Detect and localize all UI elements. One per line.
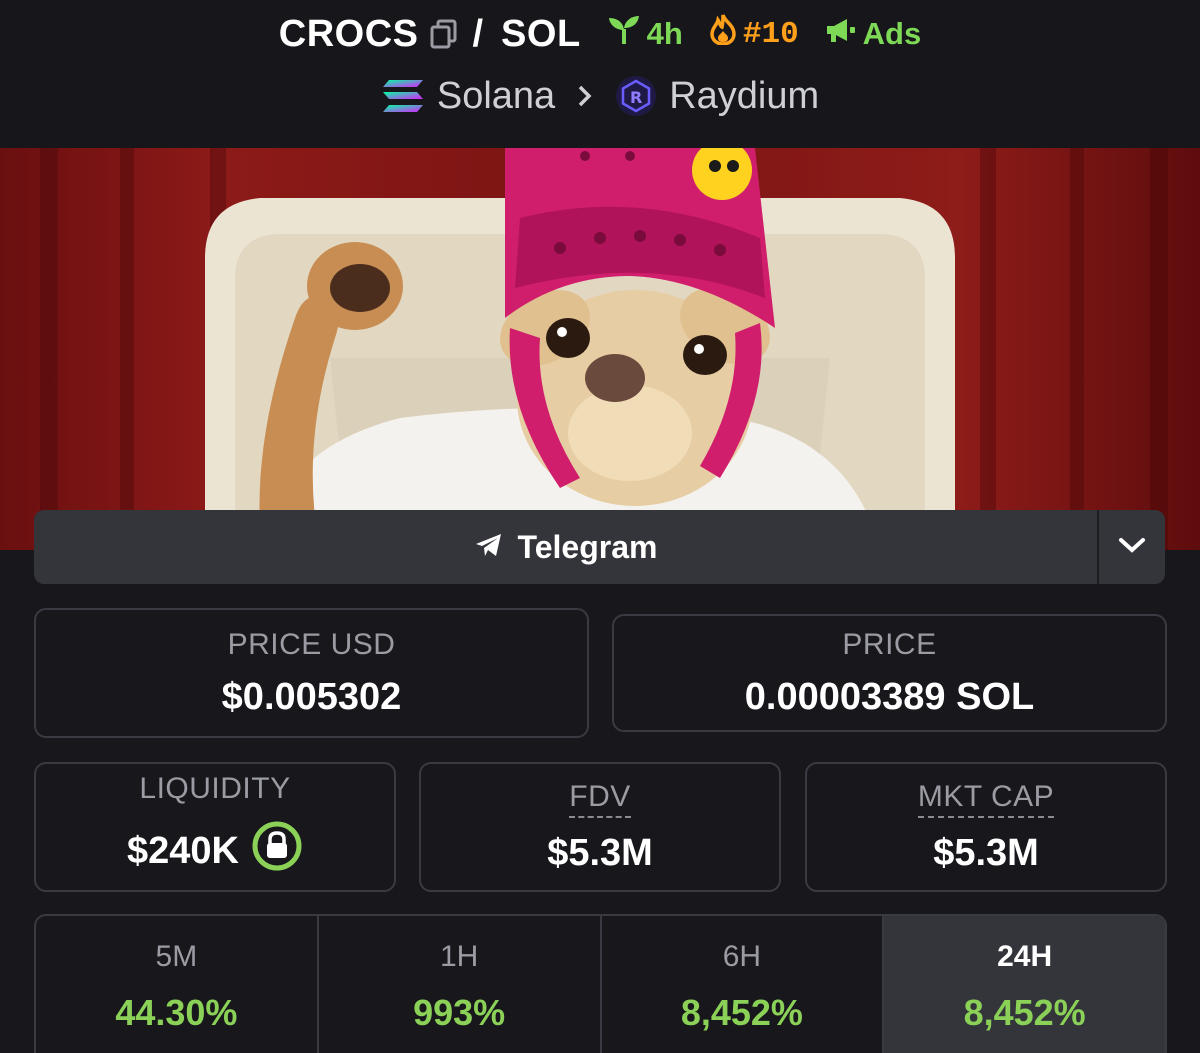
- raydium-icon: R: [615, 75, 657, 117]
- liquidity-value: $240K: [127, 829, 239, 872]
- sprout-icon: [607, 15, 641, 53]
- telegram-label: Telegram: [517, 528, 658, 565]
- age-badge-text: 4h: [646, 16, 683, 51]
- fdv-card: FDV $5.3M: [419, 762, 781, 892]
- telegram-button[interactable]: Telegram: [34, 510, 1099, 584]
- age-badge[interactable]: 4h: [607, 15, 683, 53]
- price-change-value: 8,452%: [680, 992, 803, 1033]
- telegram-icon: [474, 529, 504, 566]
- price-change-tabs: 5M 44.30% 1H 993% 6H 8,452% 24H 8,452%: [34, 914, 1167, 1053]
- tab-label: 1H: [439, 940, 479, 973]
- price-usd-card: PRICE USD $0.005302: [34, 608, 589, 738]
- ads-badge[interactable]: Ads: [825, 16, 922, 52]
- liquidity-label: LIQUIDITY: [139, 772, 291, 805]
- tab-label: 5M: [155, 940, 198, 973]
- market-cap-card: MKT CAP $5.3M: [805, 762, 1167, 892]
- breadcrumb: Solana R Raydium: [0, 74, 1200, 118]
- base-token-symbol: CROCS: [278, 12, 419, 55]
- price-native-label: PRICE: [842, 627, 937, 661]
- tab-label: 6H: [722, 940, 762, 973]
- lock-icon[interactable]: [251, 820, 303, 882]
- price-change-value: 44.30%: [115, 992, 238, 1033]
- price-change-value: 993%: [413, 992, 506, 1033]
- liquidity-value-row: $240K: [127, 820, 303, 882]
- token-banner-image: [0, 148, 1200, 550]
- trending-rank-text: #10: [742, 16, 799, 52]
- price-usd-value: $0.005302: [221, 675, 402, 718]
- market-cap-value: $5.3M: [933, 831, 1039, 874]
- megaphone-icon: [825, 16, 857, 52]
- solana-icon: [381, 78, 425, 114]
- flame-icon: [709, 13, 737, 55]
- svg-text:R: R: [630, 88, 642, 107]
- tab-1h[interactable]: 1H 993%: [319, 916, 602, 1053]
- chevron-down-icon: [1118, 536, 1146, 559]
- liquidity-card: LIQUIDITY $240K: [34, 762, 396, 892]
- pair-header: CROCS / SOL 4h #10 Ads Solana R Raydium: [0, 0, 1200, 148]
- price-usd-label: PRICE USD: [227, 627, 396, 661]
- tab-5m[interactable]: 5M 44.30%: [36, 916, 319, 1053]
- tab-24h[interactable]: 24H 8,452%: [884, 916, 1165, 1053]
- price-native-value: 0.00003389 SOL: [744, 675, 1035, 718]
- dex-link[interactable]: Raydium: [669, 75, 819, 118]
- pair-title-row: CROCS / SOL 4h #10 Ads: [0, 12, 1200, 56]
- chihuahua-pope-illustration: [40, 148, 1168, 550]
- fdv-value: $5.3M: [547, 831, 653, 874]
- fdv-label[interactable]: FDV: [569, 780, 631, 818]
- pair-separator: /: [472, 12, 484, 55]
- social-links-bar: Telegram: [34, 510, 1165, 584]
- market-cap-label[interactable]: MKT CAP: [917, 780, 1055, 818]
- price-native-card: PRICE 0.00003389 SOL: [612, 614, 1167, 732]
- trending-rank-badge[interactable]: #10: [709, 13, 799, 55]
- copy-icon[interactable]: [430, 19, 458, 49]
- more-links-dropdown[interactable]: [1099, 510, 1165, 584]
- tab-6h[interactable]: 6H 8,452%: [602, 916, 885, 1053]
- chevron-right-icon: [577, 84, 593, 108]
- tab-label: 24H: [997, 940, 1053, 973]
- ads-badge-text: Ads: [862, 16, 922, 51]
- chain-link[interactable]: Solana: [437, 75, 555, 118]
- quote-token-symbol: SOL: [501, 12, 581, 55]
- price-change-value: 8,452%: [963, 992, 1086, 1033]
